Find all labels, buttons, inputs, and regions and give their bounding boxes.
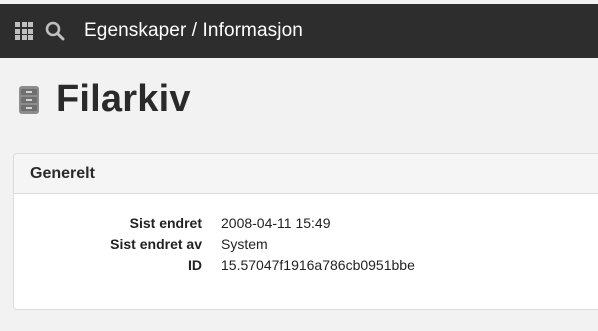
property-value: System <box>221 235 268 252</box>
general-panel: Generelt Sist endret 2008-04-11 15:49 Si… <box>13 153 598 310</box>
property-row-last-modified-by: Sist endret av System <box>14 233 598 254</box>
property-list: Sist endret 2008-04-11 15:49 Sist endret… <box>14 212 598 275</box>
property-row-id: ID 15.57047f1916a786cb0951bbe <box>14 254 598 275</box>
property-label: Sist endret <box>129 214 202 231</box>
property-label: ID <box>188 256 202 273</box>
property-value: 2008-04-11 15:49 <box>221 214 331 231</box>
panel-heading: Generelt <box>14 154 598 194</box>
property-label: Sist endret av <box>110 235 202 252</box>
page-title: Filarkiv <box>56 78 191 120</box>
page-header: Filarkiv <box>18 78 191 121</box>
property-row-last-modified: Sist endret 2008-04-11 15:49 <box>14 212 598 233</box>
breadcrumb-title: Egenskaper / Informasjon <box>84 20 303 41</box>
file-archive-icon <box>18 85 40 115</box>
property-value: 15.57047f1916a786cb0951bbe <box>221 256 415 273</box>
apps-grid-icon[interactable] <box>15 22 33 40</box>
search-icon[interactable] <box>45 20 67 42</box>
top-bar: Egenskaper / Informasjon <box>0 4 598 58</box>
